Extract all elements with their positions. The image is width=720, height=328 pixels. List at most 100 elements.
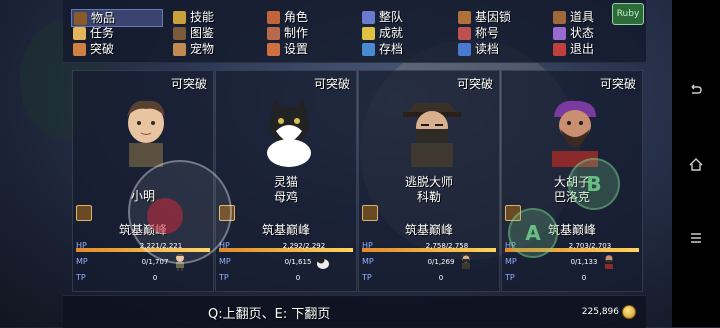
hp-value: 2,292/2,292	[282, 242, 326, 250]
team-icon	[362, 10, 375, 24]
page-hint: Q:上翻页、E: 下翻页	[208, 307, 331, 322]
craft-icon	[267, 26, 280, 40]
menu-item-label: 状态	[570, 26, 595, 40]
menu-item-10[interactable]: 成就	[360, 25, 403, 41]
mp-label: MP	[219, 257, 231, 266]
menu-item-label: 任务	[90, 26, 115, 40]
tp-row: TP 0	[219, 271, 353, 285]
menu-item-6[interactable]: 道具	[551, 9, 594, 25]
menu-item-7[interactable]: 任务	[71, 25, 114, 41]
menu-item-label: 存档	[379, 42, 404, 56]
cat-portrait	[256, 95, 322, 167]
hp-value: 2,703/2,703	[568, 242, 612, 250]
cultivation-realm: 筑基巅峰	[404, 223, 453, 237]
menu-item-label: 道具	[570, 10, 595, 24]
pet-icon	[173, 42, 186, 56]
tp-row: TP 0	[362, 271, 496, 285]
menu-item-5[interactable]: 基因锁	[456, 9, 511, 25]
mp-row: MP 0/1,133	[505, 255, 639, 269]
tp-value: 0	[152, 274, 158, 282]
cat-sprite	[316, 253, 330, 271]
back-icon[interactable]	[688, 82, 704, 98]
character-icon	[267, 10, 280, 24]
menu-item-17[interactable]: 读档	[456, 41, 499, 57]
menu-item-16[interactable]: 存档	[360, 41, 403, 57]
achievement-icon	[362, 26, 375, 40]
bottom-bar: Q:上翻页、E: 下翻页 225,896	[63, 295, 646, 328]
gene-lock-icon	[458, 10, 471, 24]
load-icon	[458, 42, 471, 56]
mp-row: MP 0/1,615	[219, 255, 353, 269]
tp-row: TP 0	[505, 271, 639, 285]
menu-item-label: 宠物	[190, 42, 215, 56]
hp-label: HP	[76, 241, 87, 250]
title-icon	[458, 26, 471, 40]
character-panel[interactable]: 可突破 灵猫 母鸡 筑基巅峰 HP 2,292/2,292 MP 0/1,615 TP 0	[215, 70, 357, 292]
menu-item-15[interactable]: 设置	[265, 41, 308, 57]
breakable-label: 可突破	[170, 77, 207, 91]
bag-icon	[74, 11, 87, 25]
b-button[interactable]: B	[568, 158, 620, 210]
gold-amount: 225,896	[581, 307, 619, 317]
menu-item-label: 突破	[90, 42, 115, 56]
menu-item-11[interactable]: 称号	[456, 25, 499, 41]
hp-label: HP	[362, 241, 373, 250]
tp-value: 0	[438, 274, 444, 282]
recent-apps-icon[interactable]	[688, 230, 704, 246]
quest-icon	[73, 26, 86, 40]
menu-item-label: 角色	[284, 10, 309, 24]
book-icon	[173, 26, 186, 40]
coin-icon	[622, 305, 636, 319]
menu-item-label: 设置	[284, 42, 309, 56]
character-panel[interactable]: 可突破 逃脱大师 科勒 筑基巅峰 HP 2,758/2,758 MP 0/1,269 TP 0	[358, 70, 500, 292]
tp-value: 0	[295, 274, 301, 282]
tp-label: TP	[505, 273, 515, 282]
gold-display: 225,896	[582, 305, 636, 319]
breakable-label: 可突破	[599, 77, 636, 91]
mp-label: MP	[505, 257, 517, 266]
a-button[interactable]: A	[508, 208, 558, 258]
menu-item-label: 称号	[475, 26, 500, 40]
menu-item-9[interactable]: 制作	[265, 25, 308, 41]
breakthrough-icon	[73, 42, 86, 56]
ruby-badge[interactable]: Ruby	[612, 3, 644, 25]
menu-item-label: 整队	[379, 10, 404, 24]
cultivation-realm: 筑基巅峰	[261, 223, 310, 237]
tp-label: TP	[76, 273, 86, 282]
mp-row: MP 0/1,269	[362, 255, 496, 269]
menu-item-14[interactable]: 宠物	[171, 41, 214, 57]
menu-item-label: 退出	[570, 42, 595, 56]
menu-item-18[interactable]: 退出	[551, 41, 594, 57]
skill-icon	[173, 10, 186, 24]
breakable-label: 可突破	[456, 77, 493, 91]
menu-item-8[interactable]: 图鉴	[171, 25, 214, 41]
status-icon	[553, 26, 566, 40]
tp-label: TP	[362, 273, 372, 282]
hp-value: 2,758/2,758	[425, 242, 469, 250]
joystick-knob[interactable]	[147, 198, 183, 234]
bearded-man-sprite	[602, 253, 616, 271]
menu-item-12[interactable]: 状态	[551, 25, 594, 41]
character-subname: 母鸡	[273, 190, 298, 204]
menu-item-label: 制作	[284, 26, 309, 40]
save-icon	[362, 42, 375, 56]
character-subname: 科勒	[416, 190, 441, 204]
tp-label: TP	[219, 273, 229, 282]
menu-item-4[interactable]: 整队	[360, 9, 403, 25]
masked-man-portrait	[399, 95, 465, 167]
tp-value: 0	[581, 274, 587, 282]
menu-item-label: 图鉴	[190, 26, 215, 40]
home-icon[interactable]	[688, 156, 704, 172]
menu-item-2[interactable]: 技能	[171, 9, 214, 25]
menu-item-13[interactable]: 突破	[71, 41, 114, 57]
menu-item-label: 技能	[190, 10, 215, 24]
tool-icon	[553, 10, 566, 24]
menu-item-3[interactable]: 角色	[265, 9, 308, 25]
masked-man-sprite	[459, 253, 473, 271]
mp-label: MP	[362, 257, 374, 266]
main-menu: 物品 技能 角色 整队 基因锁 道具 任务 图鉴 制作 成就 称号 状态 突破 宠物 设置 存档 读档 退出	[63, 0, 646, 63]
hp-row: HP 2,292/2,292	[219, 239, 353, 253]
realm-icon	[76, 205, 92, 221]
boy-portrait	[113, 95, 179, 167]
settings-icon	[267, 42, 280, 56]
